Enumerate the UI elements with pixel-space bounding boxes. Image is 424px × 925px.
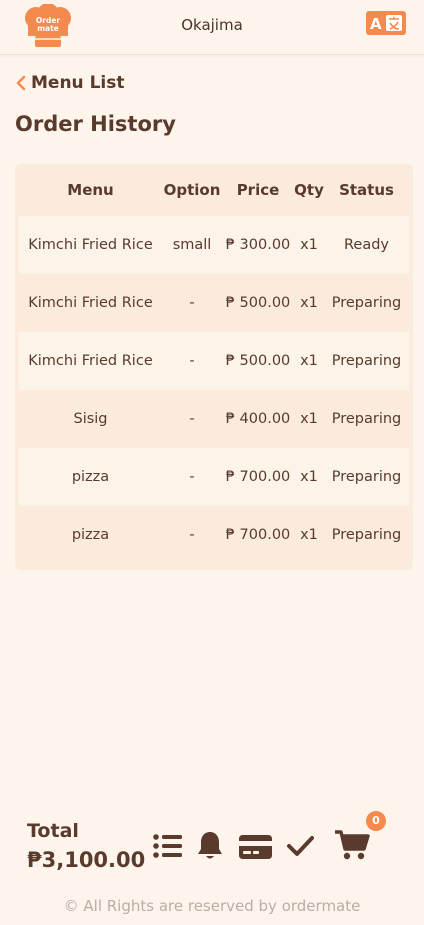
copyright-text: © All Rights are reserved by ordermate [63,897,361,915]
cell-option: - [162,448,222,506]
cart-count-badge: 0 [366,811,386,831]
cell-option: - [162,506,222,564]
column-header-option: Option [163,181,221,199]
store-name: Okajima [181,16,243,34]
cell-price: ₱ 500.00 [222,274,294,332]
cell-price: ₱ 400.00 [222,390,294,448]
page-title: Order History [15,112,176,136]
table-row: pizza - ₱ 700.00 x1 Preparing [19,506,409,564]
cell-menu: Sisig [19,390,162,448]
bell-icon[interactable] [196,830,224,862]
list-icon[interactable] [152,832,184,860]
cell-price: ₱ 700.00 [222,506,294,564]
cart-icon[interactable] [334,829,370,861]
check-icon[interactable] [286,834,315,858]
table-row: Sisig - ₱ 400.00 x1 Preparing [19,390,409,448]
translate-icon: A [370,15,402,33]
chevron-left-icon [16,75,26,91]
cell-status: Preparing [324,274,409,332]
back-to-menu-link[interactable]: Menu List [14,72,124,94]
column-header-qty: Qty [294,181,324,199]
app-header: Order mate Okajima A [0,0,424,55]
language-toggle-button[interactable]: A [366,11,406,35]
cell-option: - [162,390,222,448]
cell-status: Preparing [324,390,409,448]
table-row: Kimchi Fried Rice - ₱ 500.00 x1 Preparin… [19,274,409,332]
back-link-label: Menu List [31,73,125,93]
cell-qty: x1 [294,332,324,390]
column-header-status: Status [339,181,394,199]
cell-qty: x1 [294,216,324,274]
order-history-table: Menu Option Price Qty Status Kimchi Frie… [15,164,413,570]
cell-status: Preparing [324,332,409,390]
cell-qty: x1 [294,506,324,564]
cell-price: ₱ 700.00 [222,448,294,506]
cell-price: ₱ 500.00 [222,332,294,390]
cell-qty: x1 [294,274,324,332]
cell-menu: Kimchi Fried Rice [19,332,162,390]
cell-menu: Kimchi Fried Rice [19,216,162,274]
column-header-menu: Menu [67,181,114,199]
table-row: Kimchi Fried Rice - ₱ 500.00 x1 Preparin… [19,332,409,390]
cell-price: ₱ 300.00 [222,216,294,274]
cell-menu: Kimchi Fried Rice [19,274,162,332]
total-label: Total [27,820,79,842]
table-header-row: Menu Option Price Qty Status [19,164,409,216]
cell-option: small [162,216,222,274]
total-amount: ₱3,100.00 [27,848,146,872]
cell-status: Preparing [324,448,409,506]
cell-menu: pizza [19,506,162,564]
cell-status: Preparing [324,506,409,564]
cell-qty: x1 [294,448,324,506]
credit-card-icon[interactable] [238,833,273,861]
cell-status: Ready [324,216,409,274]
cell-menu: pizza [19,448,162,506]
cell-qty: x1 [294,390,324,448]
column-header-price: Price [236,181,280,199]
cell-option: - [162,332,222,390]
svg-text:A: A [370,15,382,33]
table-row: pizza - ₱ 700.00 x1 Preparing [19,448,409,506]
table-row: Kimchi Fried Rice small ₱ 300.00 x1 Read… [19,216,409,274]
cell-option: - [162,274,222,332]
